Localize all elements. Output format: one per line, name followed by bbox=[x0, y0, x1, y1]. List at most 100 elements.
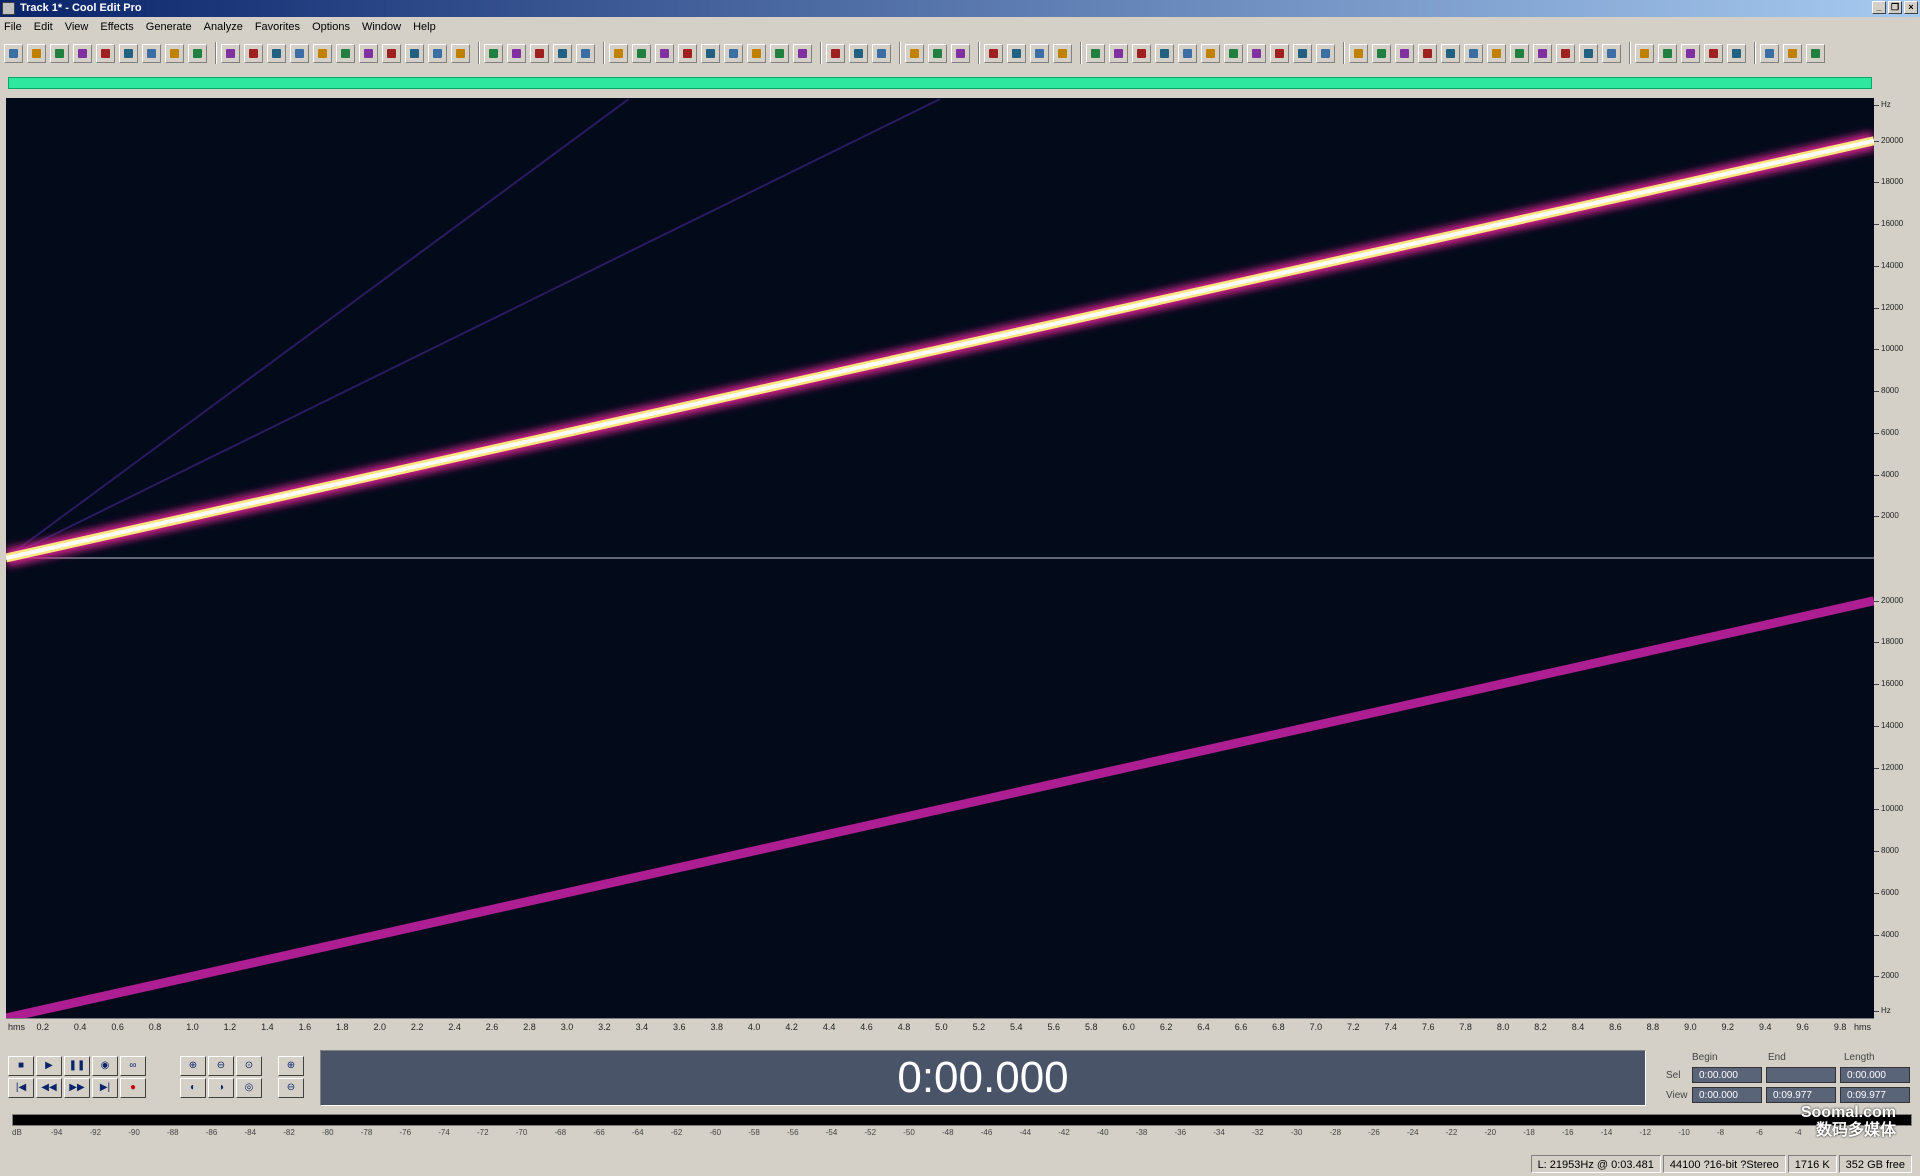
menu-file[interactable]: File bbox=[4, 21, 22, 33]
zoom-out-vertical-icon[interactable]: ⊖ bbox=[278, 1078, 304, 1098]
toolbar-button[interactable] bbox=[701, 43, 720, 63]
toolbar-button[interactable] bbox=[313, 43, 332, 63]
minimize-button[interactable]: _ bbox=[1872, 1, 1886, 14]
toolbar-button[interactable] bbox=[1658, 43, 1677, 63]
toolbar-button[interactable] bbox=[428, 43, 447, 63]
toolbar-button[interactable] bbox=[849, 43, 868, 63]
toolbar-button[interactable] bbox=[336, 43, 355, 63]
toolbar-button[interactable] bbox=[1132, 43, 1151, 63]
sel-length-field[interactable]: 0:00.000 bbox=[1840, 1067, 1910, 1083]
toolbar-button[interactable] bbox=[1247, 43, 1266, 63]
toolbar-button[interactable] bbox=[188, 43, 207, 63]
record-button[interactable]: ● bbox=[120, 1078, 146, 1098]
toolbar-button[interactable] bbox=[905, 43, 924, 63]
zoom-to-right-icon[interactable]: ◑ bbox=[208, 1078, 234, 1098]
zoom-to-selection-icon[interactable]: ◎ bbox=[236, 1078, 262, 1098]
toolbar-button[interactable] bbox=[1201, 43, 1220, 63]
zoom-in-horizontal-icon[interactable]: ⊕ bbox=[180, 1056, 206, 1076]
toolbar-button[interactable] bbox=[1224, 43, 1243, 63]
fast-forward-button[interactable]: ▶▶ bbox=[64, 1078, 90, 1098]
toolbar-button[interactable] bbox=[530, 43, 549, 63]
toolbar-button[interactable] bbox=[1270, 43, 1289, 63]
toolbar-button[interactable] bbox=[655, 43, 674, 63]
menu-view[interactable]: View bbox=[65, 21, 89, 33]
title-bar[interactable]: Track 1* - Cool Edit Pro _ ❐ × bbox=[0, 0, 1920, 17]
toolbar-button[interactable] bbox=[50, 43, 69, 63]
toolbar-button[interactable] bbox=[1806, 43, 1825, 63]
menu-generate[interactable]: Generate bbox=[146, 21, 192, 33]
toolbar-button[interactable] bbox=[951, 43, 970, 63]
loop-button[interactable]: ∞ bbox=[120, 1056, 146, 1076]
toolbar-button[interactable] bbox=[382, 43, 401, 63]
view-end-field[interactable]: 0:09.977 bbox=[1766, 1087, 1836, 1103]
toolbar-button[interactable] bbox=[119, 43, 138, 63]
toolbar-button[interactable] bbox=[770, 43, 789, 63]
toolbar-button[interactable] bbox=[1030, 43, 1049, 63]
toolbar-button[interactable] bbox=[165, 43, 184, 63]
go-to-start-button[interactable]: |◀ bbox=[8, 1078, 34, 1098]
pause-button[interactable]: ❚❚ bbox=[64, 1056, 90, 1076]
menu-favorites[interactable]: Favorites bbox=[255, 21, 300, 33]
menu-window[interactable]: Window bbox=[362, 21, 401, 33]
toolbar-button[interactable] bbox=[1783, 43, 1802, 63]
toolbar-button[interactable] bbox=[1316, 43, 1335, 63]
zoom-out-horizontal-icon[interactable]: ⊖ bbox=[208, 1056, 234, 1076]
toolbar-button[interactable] bbox=[1007, 43, 1026, 63]
toolbar-button[interactable] bbox=[1395, 43, 1414, 63]
toolbar-button[interactable] bbox=[73, 43, 92, 63]
restore-button[interactable]: ❐ bbox=[1888, 1, 1902, 14]
toolbar-button[interactable] bbox=[826, 43, 845, 63]
go-to-end-button[interactable]: ▶| bbox=[92, 1078, 118, 1098]
toolbar-button[interactable] bbox=[1293, 43, 1312, 63]
menu-help[interactable]: Help bbox=[413, 21, 436, 33]
toolbar-button[interactable] bbox=[1760, 43, 1779, 63]
zoom-full-icon[interactable]: ⊙ bbox=[236, 1056, 262, 1076]
menu-edit[interactable]: Edit bbox=[34, 21, 53, 33]
toolbar-button[interactable] bbox=[27, 43, 46, 63]
toolbar-button[interactable] bbox=[1418, 43, 1437, 63]
toolbar-button[interactable] bbox=[678, 43, 697, 63]
toolbar-button[interactable] bbox=[221, 43, 240, 63]
toolbar-button[interactable] bbox=[451, 43, 470, 63]
rewind-button[interactable]: ◀◀ bbox=[36, 1078, 62, 1098]
toolbar-button[interactable] bbox=[142, 43, 161, 63]
toolbar-button[interactable] bbox=[1086, 43, 1105, 63]
stop-button[interactable]: ■ bbox=[8, 1056, 34, 1076]
toolbar-button[interactable] bbox=[1681, 43, 1700, 63]
spectral-view[interactable] bbox=[6, 98, 1874, 1018]
toolbar-button[interactable] bbox=[928, 43, 947, 63]
view-length-field[interactable]: 0:09.977 bbox=[1840, 1087, 1910, 1103]
toolbar-button[interactable] bbox=[1109, 43, 1128, 63]
toolbar-button[interactable] bbox=[1464, 43, 1483, 63]
toolbar-button[interactable] bbox=[1441, 43, 1460, 63]
menu-analyze[interactable]: Analyze bbox=[204, 21, 243, 33]
toolbar-button[interactable] bbox=[1635, 43, 1654, 63]
toolbar-button[interactable] bbox=[244, 43, 263, 63]
toolbar-button[interactable] bbox=[359, 43, 378, 63]
zoom-in-vertical-icon[interactable]: ⊕ bbox=[278, 1056, 304, 1076]
toolbar-button[interactable] bbox=[1372, 43, 1391, 63]
toolbar-button[interactable] bbox=[609, 43, 628, 63]
toolbar-button[interactable] bbox=[1556, 43, 1575, 63]
toolbar-button[interactable] bbox=[1510, 43, 1529, 63]
toolbar-button[interactable] bbox=[1155, 43, 1174, 63]
toolbar-button[interactable] bbox=[96, 43, 115, 63]
menu-options[interactable]: Options bbox=[312, 21, 350, 33]
toolbar-button[interactable] bbox=[984, 43, 1003, 63]
toolbar-button[interactable] bbox=[1579, 43, 1598, 63]
close-button[interactable]: × bbox=[1904, 1, 1918, 14]
toolbar-button[interactable] bbox=[872, 43, 891, 63]
toolbar-button[interactable] bbox=[553, 43, 572, 63]
time-ruler[interactable]: hms 0.2 0.4 0.6 0.8 1.0 1.2 1.4 1.6 1.8 2.0 2.2 2.4 2… bbox=[6, 1018, 1874, 1039]
toolbar-button[interactable] bbox=[267, 43, 286, 63]
view-begin-field[interactable]: 0:00.000 bbox=[1692, 1087, 1762, 1103]
toolbar-button[interactable] bbox=[1487, 43, 1506, 63]
sel-end-field[interactable] bbox=[1766, 1067, 1836, 1083]
toolbar-button[interactable] bbox=[1053, 43, 1072, 63]
toolbar-button[interactable] bbox=[632, 43, 651, 63]
toolbar-button[interactable] bbox=[793, 43, 812, 63]
play-to-end-button[interactable]: ◉ bbox=[92, 1056, 118, 1076]
toolbar-button[interactable] bbox=[1704, 43, 1723, 63]
toolbar-button[interactable] bbox=[747, 43, 766, 63]
toolbar-button[interactable] bbox=[1178, 43, 1197, 63]
